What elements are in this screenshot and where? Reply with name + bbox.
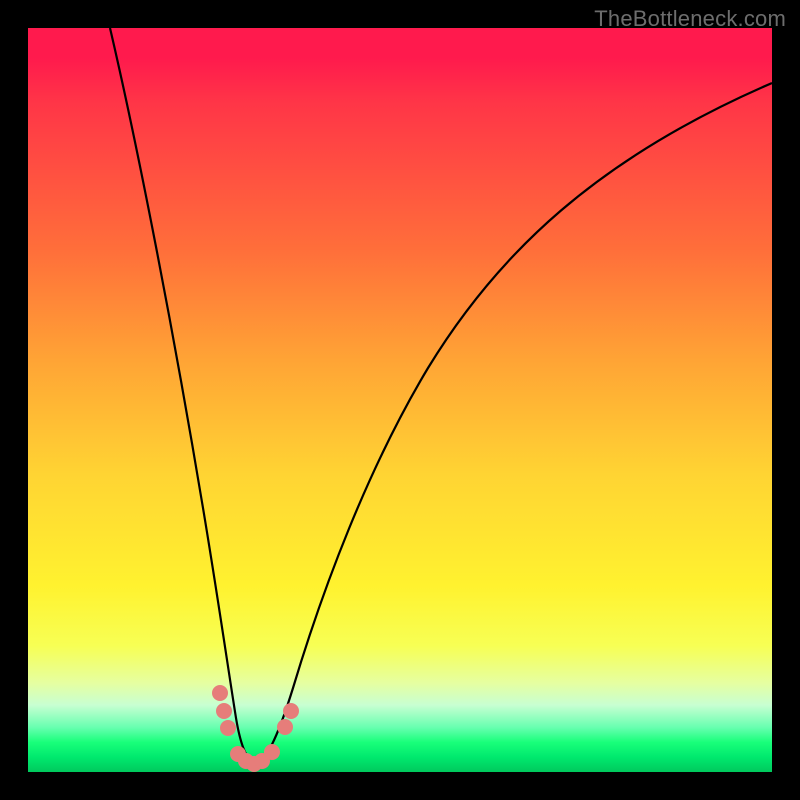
marker-dot [212, 685, 228, 701]
chart-area [28, 28, 772, 772]
marker-dot [216, 703, 232, 719]
marker-dot [277, 719, 293, 735]
marker-dot [246, 756, 262, 772]
marker-dot [283, 703, 299, 719]
bottleneck-curve [28, 28, 772, 772]
marker-dot [264, 744, 280, 760]
watermark-text: TheBottleneck.com [594, 6, 786, 32]
marker-dot [254, 753, 270, 769]
marker-dot [238, 753, 254, 769]
marker-group [212, 685, 299, 772]
curve-path [110, 28, 772, 763]
marker-dot [220, 720, 236, 736]
marker-dot [230, 746, 246, 762]
